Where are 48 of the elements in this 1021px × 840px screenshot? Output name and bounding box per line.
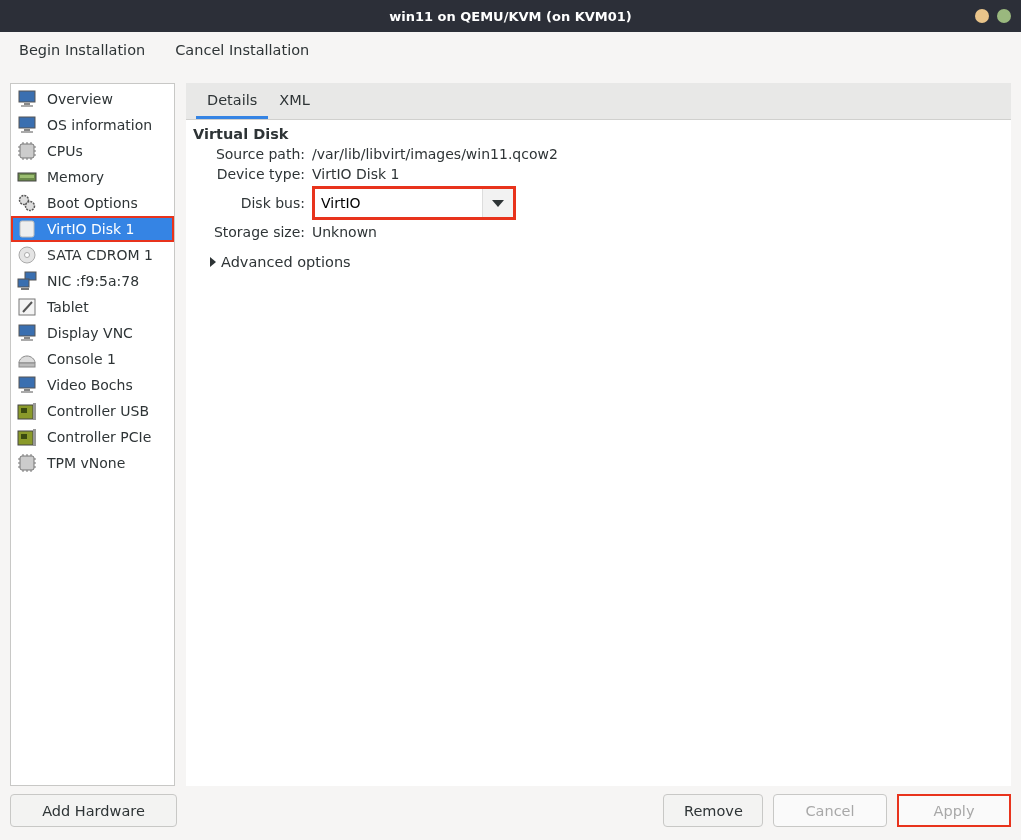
sidebar-item[interactable]: Boot Options bbox=[11, 190, 174, 216]
sidebar-item[interactable]: Display VNC bbox=[11, 320, 174, 346]
sidebar-item[interactable]: CPUs bbox=[11, 138, 174, 164]
maximize-button[interactable] bbox=[997, 9, 1011, 23]
field-label: Storage size: bbox=[212, 224, 305, 240]
window-title: win11 on QEMU/KVM (on KVM01) bbox=[388, 7, 633, 26]
add-hardware-button[interactable]: Add Hardware bbox=[10, 794, 177, 827]
card-icon bbox=[17, 427, 37, 447]
toolbar-button[interactable]: Cancel Installation bbox=[165, 36, 320, 64]
field-label: Source path: bbox=[214, 146, 305, 162]
field-value: Unknown bbox=[312, 224, 378, 240]
advanced-options-expander[interactable]: Advanced options bbox=[209, 254, 351, 270]
sidebar-item[interactable]: Controller USB bbox=[11, 398, 174, 424]
tablet-icon bbox=[17, 297, 37, 317]
caret-icon bbox=[492, 199, 504, 207]
network-icon bbox=[17, 271, 37, 291]
section-heading: Virtual Disk bbox=[193, 126, 290, 142]
gears-icon bbox=[17, 193, 37, 213]
monitor-icon bbox=[17, 89, 37, 109]
tab[interactable]: XML bbox=[268, 83, 321, 119]
sidebar-item[interactable]: Memory bbox=[11, 164, 174, 190]
field-label: Disk bus: bbox=[239, 195, 305, 211]
field-value: /var/lib/libvirt/images/win11.qcow2 bbox=[312, 146, 559, 162]
card-icon bbox=[17, 401, 37, 421]
sidebar-item[interactable]: Console 1 bbox=[11, 346, 174, 372]
sidebar-item[interactable]: Video Bochs bbox=[11, 372, 174, 398]
sidebar-item[interactable]: Tablet bbox=[11, 294, 174, 320]
chip-icon bbox=[17, 453, 37, 473]
sidebar-item[interactable]: VirtIO Disk 1 bbox=[11, 216, 174, 242]
field-label: Device type: bbox=[215, 166, 305, 182]
disk-bus-dropdown[interactable]: VirtIO bbox=[312, 186, 516, 220]
monitor-icon bbox=[17, 115, 37, 135]
chip-icon bbox=[17, 141, 37, 161]
monitor-icon bbox=[17, 375, 37, 395]
dialog-button[interactable]: Remove bbox=[663, 794, 763, 827]
sidebar-item[interactable]: SATA CDROM 1 bbox=[11, 242, 174, 268]
sidebar-item[interactable]: NIC :f9:5a:78 bbox=[11, 268, 174, 294]
toolbar-button[interactable]: Begin Installation bbox=[9, 36, 156, 64]
field-value: VirtIO Disk 1 bbox=[312, 166, 401, 182]
expander-icon bbox=[209, 257, 217, 267]
tab[interactable]: Details bbox=[196, 83, 269, 119]
sidebar-item[interactable]: Overview bbox=[11, 86, 174, 112]
sidebar-item[interactable]: OS information bbox=[11, 112, 174, 138]
sidebar-item[interactable]: Controller PCIe bbox=[11, 424, 174, 450]
monitor-icon bbox=[17, 323, 37, 343]
sidebar-item[interactable]: TPM vNone bbox=[11, 450, 174, 476]
minimize-button[interactable] bbox=[975, 9, 989, 23]
disc-icon bbox=[17, 245, 37, 265]
